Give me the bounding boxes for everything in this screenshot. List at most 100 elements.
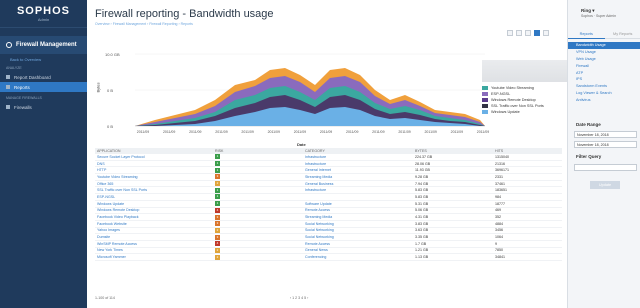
cell-bytes: 1.21 GB — [415, 248, 429, 253]
cell-application[interactable]: Dumsite — [95, 235, 215, 239]
cell-application[interactable]: DNS — [95, 162, 215, 166]
main-content: Firewall reporting - Bandwidth usage Ove… — [87, 0, 567, 308]
back-to-overview-link[interactable]: Back to Overview — [0, 54, 87, 62]
analyze-group-label: ANALYZE — [6, 66, 22, 70]
cell-category[interactable]: Infrastructure — [305, 162, 415, 166]
report-list: Bandwidth Usage VPN Usage Web Usage Firewal… — [568, 42, 640, 103]
table-row[interactable]: New York Times 2 General News 1.21 GB 7850 — [95, 247, 562, 255]
cell-application[interactable]: Windows Remote Desktop — [95, 208, 215, 212]
filter-query-input[interactable] — [574, 164, 637, 171]
cell-category[interactable]: General News — [305, 248, 415, 252]
cell-category[interactable]: Social Networking — [305, 235, 415, 239]
cell-category[interactable]: Software Update — [305, 202, 415, 206]
table-row[interactable]: Microsoft Yammer 2 Conferencing 1.13 GB 3484… — [95, 254, 562, 261]
cell-category[interactable]: Infrastructure — [305, 155, 415, 159]
col-category[interactable]: CATEGORY — [305, 149, 415, 153]
col-hits[interactable]: HITS — [495, 149, 562, 153]
cell-hits: 984 — [495, 194, 501, 199]
cell-category[interactable]: Streaming Media — [305, 175, 415, 179]
zoom-in-icon[interactable] — [507, 30, 513, 36]
cell-application[interactable]: Office 365 — [95, 182, 215, 186]
table-row[interactable]: Facebook Video Playback 3 Streaming Media 4… — [95, 214, 562, 221]
table-row[interactable]: Yahoo Images 2 Social Networking 3.63 GB 345… — [95, 227, 562, 235]
cell-category[interactable]: Remote Access — [305, 208, 415, 212]
firewall-management-section[interactable]: Firewall Management — [0, 36, 87, 54]
zoom-out-icon[interactable] — [516, 30, 522, 36]
col-application[interactable]: APPLICATION — [95, 149, 215, 153]
cell-category[interactable]: Social Networking — [305, 228, 415, 232]
cell-application[interactable]: Microsoft Yammer — [95, 255, 215, 259]
user-role: Sophos · Super Admin — [581, 14, 617, 18]
cell-category[interactable]: General Internet — [305, 168, 415, 172]
cell-category[interactable]: Remote Access — [305, 242, 415, 246]
pan-icon[interactable] — [525, 30, 531, 36]
legend-item[interactable]: Windows Update — [482, 109, 567, 115]
cell-category[interactable]: Conferencing — [305, 255, 415, 259]
cell-category[interactable]: Streaming Media — [305, 215, 415, 219]
update-button[interactable]: Update — [590, 181, 620, 189]
sidebar-item-reports[interactable]: Reports — [0, 82, 87, 92]
cell-application[interactable]: Yahoo Images — [95, 228, 215, 232]
date-to-field[interactable]: November 18, 2018 — [574, 141, 637, 148]
cell-application[interactable]: Secure Socket Layer Protocol — [95, 155, 215, 159]
table-row[interactable]: HTTP 1 General Internet 11.93 GB 3696171 — [95, 167, 562, 175]
table-row[interactable]: Windows Remote Desktop 4 Remote Access 5.06… — [95, 207, 562, 215]
cell-hits: 183651 — [495, 188, 507, 193]
x-tick-label: 2011/09 — [294, 130, 306, 134]
report-list-item[interactable]: Firewall — [568, 62, 640, 69]
cell-bytes: 5.83 GB — [415, 194, 429, 199]
report-list-item[interactable]: IPS — [568, 76, 640, 83]
risk-badge: 2 — [215, 254, 220, 260]
cell-risk: 3 — [215, 221, 305, 227]
risk-badge: 3 — [215, 174, 220, 180]
table-row[interactable]: Windows Update 1 Software Update 5.31 GB 187… — [95, 201, 562, 208]
table-row[interactable]: ESP-NGSL 1 5.83 GB 984 — [95, 194, 562, 201]
area-chart-icon[interactable] — [534, 30, 540, 36]
sidebar-item-report-dashboard[interactable]: Report Dashboard — [0, 72, 87, 82]
report-list-item[interactable]: Log Viewer & Search — [568, 90, 640, 97]
report-list-item[interactable]: VPN Usage — [568, 49, 640, 56]
cell-risk: 3 — [215, 174, 305, 180]
table-row[interactable]: Facebook Website 3 Social Networking 3.83 G… — [95, 221, 562, 228]
report-list-item[interactable]: Antivirus — [568, 96, 640, 103]
sophos-logo: SOPHOS Admin — [0, 0, 87, 28]
cell-application[interactable]: Facebook Video Playback — [95, 215, 215, 219]
col-risk[interactable]: RISK — [215, 149, 305, 153]
cell-category[interactable]: Social Networking — [305, 222, 415, 226]
cell-application[interactable]: WinSMP Remote Access — [95, 242, 215, 246]
table-row[interactable]: Office 365 2 General Business 7.94 GB 37461 — [95, 181, 562, 188]
table-view-icon[interactable] — [543, 30, 549, 36]
cell-hits: 469 — [495, 208, 501, 213]
cell-application[interactable]: Facebook Website — [95, 222, 215, 226]
table-row[interactable]: Dumsite 3 Social Networking 3.35 GB 1064 — [95, 234, 562, 241]
table-row[interactable]: Youtube Video Streaming 3 Streaming Media 9… — [95, 174, 562, 181]
col-bytes[interactable]: BYTES — [415, 149, 495, 153]
cell-application[interactable]: New York Times — [95, 248, 215, 252]
cell-category[interactable]: General Business — [305, 182, 415, 186]
table-row[interactable]: WinSMP Remote Access 4 Remote Access 1.7 GB… — [95, 241, 562, 248]
report-list-item[interactable]: Bandwidth Usage — [568, 42, 640, 49]
table-row[interactable]: SSL Traffic over Non SSL Ports 1 Infrastru… — [95, 187, 562, 195]
cell-risk: 4 — [215, 207, 305, 213]
cell-application[interactable]: Windows Update — [95, 202, 215, 206]
report-list-item[interactable]: Sandstorm Events — [568, 83, 640, 90]
cell-application[interactable]: ESP-NGSL — [95, 195, 215, 199]
date-from-field[interactable]: November 18, 2018 — [574, 131, 637, 138]
tab-my-reports[interactable]: My Reports — [604, 30, 640, 39]
cell-category[interactable]: Infrastructure — [305, 188, 415, 192]
breadcrumb[interactable]: Overview › Firewall Management › Firewal… — [95, 22, 193, 26]
report-list-item[interactable]: ATP — [568, 69, 640, 76]
report-list-item[interactable]: Web Usage — [568, 56, 640, 63]
cell-risk: 1 — [215, 194, 305, 200]
cell-bytes: 5.06 GB — [415, 208, 429, 213]
table-row[interactable]: Secure Socket Layer Protocol 1 Infrastruct… — [95, 154, 562, 161]
cell-application[interactable]: SSL Traffic over Non SSL Ports — [95, 188, 215, 192]
tab-reports[interactable]: Reports — [568, 30, 605, 39]
cell-risk: 2 — [215, 254, 305, 260]
cell-application[interactable]: HTTP — [95, 168, 215, 172]
table-row[interactable]: DNS 1 Infrastructure 28.06 GB 21316 — [95, 161, 562, 168]
cell-application[interactable]: Youtube Video Streaming — [95, 175, 215, 179]
pagination[interactable]: ‹ 1 2 3 4 5 › — [290, 296, 308, 300]
x-tick-label: 2011/09 — [372, 130, 384, 134]
sidebar-item-firewalls[interactable]: Firewalls — [0, 102, 87, 112]
